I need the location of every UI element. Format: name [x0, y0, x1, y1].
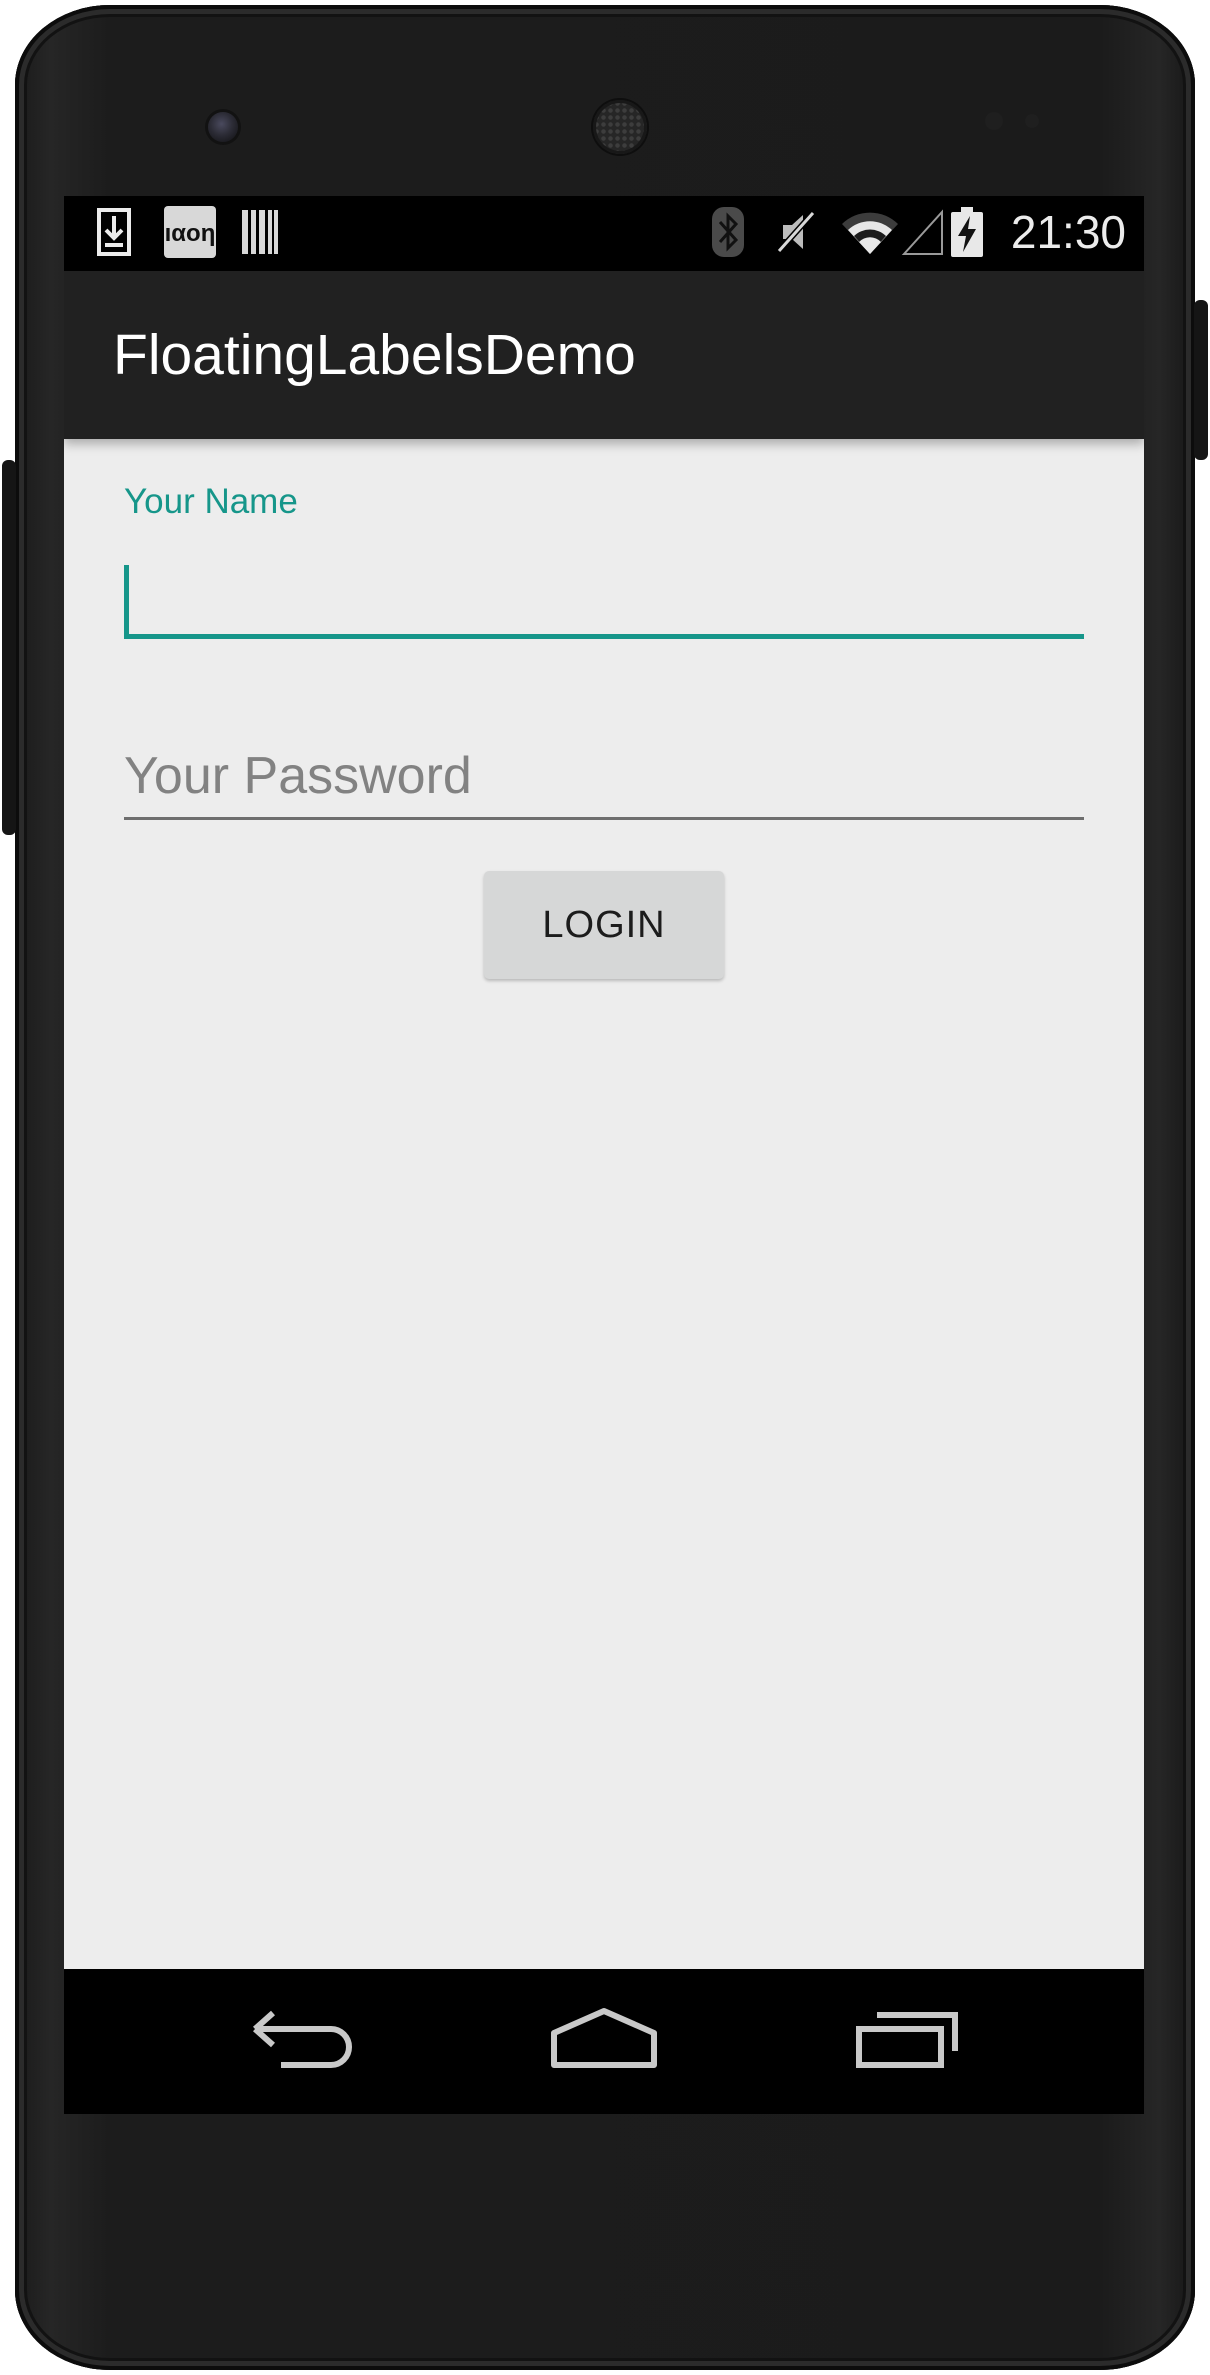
download-icon: [94, 204, 134, 260]
login-form: Your Name LOGIN: [64, 439, 1144, 1969]
earpiece-speaker: [593, 100, 647, 154]
cell-signal-icon: [900, 204, 944, 260]
name-input[interactable]: [124, 557, 1084, 639]
action-bar: FloatingLabelsDemo: [64, 271, 1144, 439]
password-input[interactable]: [124, 734, 1084, 820]
back-icon[interactable]: [231, 1989, 371, 2089]
mute-icon: [775, 204, 819, 260]
front-camera: [208, 112, 238, 142]
wifi-icon: [840, 204, 900, 260]
barcode-icon: [240, 204, 280, 260]
app-title: FloatingLabelsDemo: [113, 323, 636, 387]
status-bar: ıαoη 21:30: [64, 196, 1144, 271]
proximity-sensor: [985, 112, 1003, 130]
sim-card-icon: ıαoη: [162, 204, 218, 260]
home-icon[interactable]: [534, 1989, 674, 2089]
login-button[interactable]: LOGIN: [484, 871, 724, 979]
battery-charging-icon: [950, 204, 984, 260]
recent-apps-icon[interactable]: [837, 1989, 977, 2089]
navigation-bar: [64, 1969, 1144, 2114]
svg-text:ıαoη: ıαoη: [165, 220, 216, 247]
name-floating-label: Your Name: [124, 482, 298, 521]
volume-button: [2, 460, 16, 835]
power-button: [1194, 300, 1208, 460]
light-sensor: [1025, 114, 1039, 128]
phone-screen: ıαoη 21:30 FloatingLabelsDemo Your Name …: [64, 196, 1144, 2114]
bluetooth-icon: [708, 204, 748, 260]
clock: 21:30: [1010, 206, 1126, 258]
text-cursor: [124, 565, 129, 637]
